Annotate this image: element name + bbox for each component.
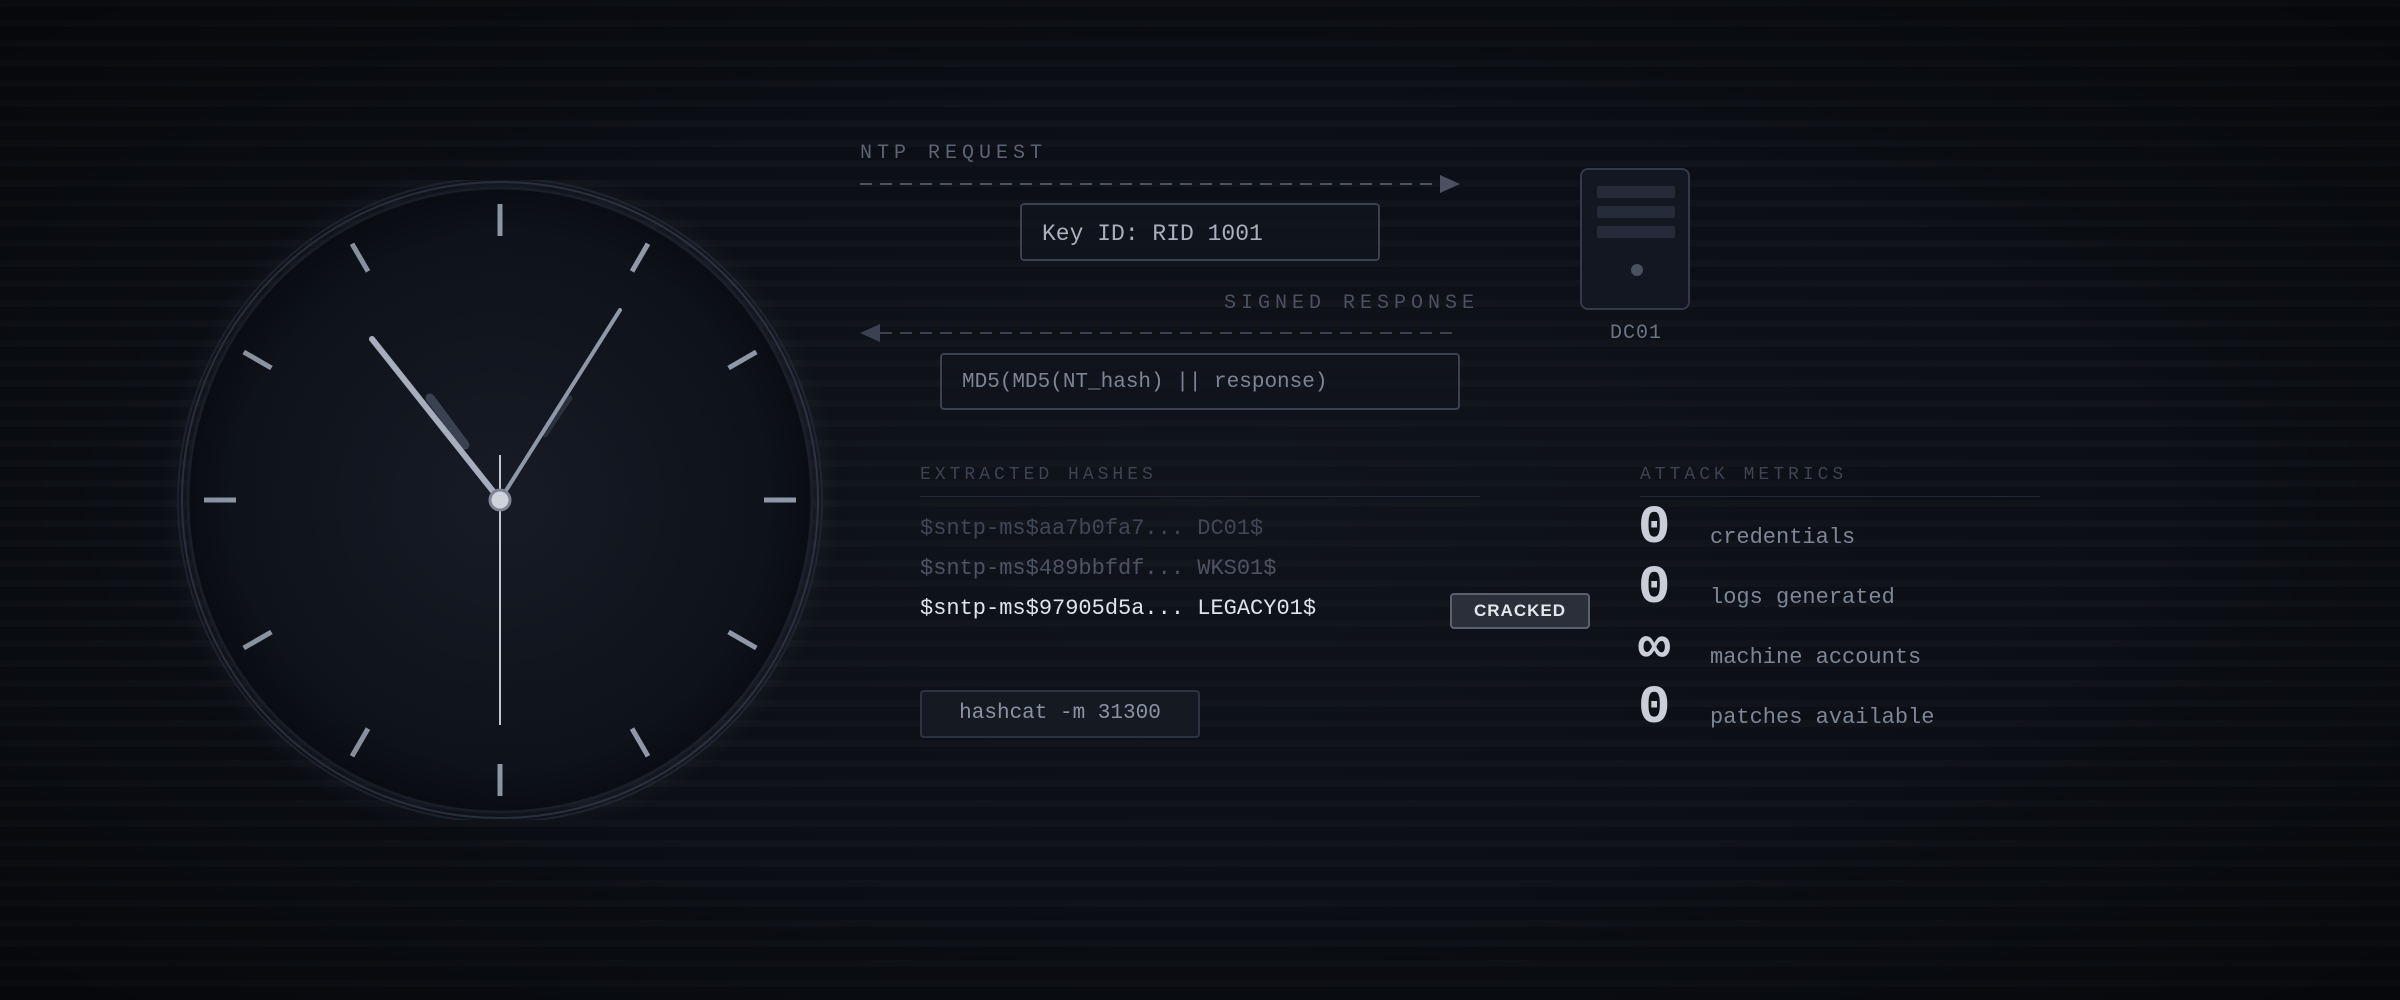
arrow-left-icon <box>860 324 880 342</box>
hash-item: $sntp-ms$489bbfdf... WKS01$ <box>920 556 1277 581</box>
server-slot <box>1597 206 1675 218</box>
hashcat-command: hashcat -m 31300 <box>920 690 1200 738</box>
cracked-badge: CRACKED <box>1450 593 1590 629</box>
divider <box>920 496 1480 497</box>
server-slot <box>1597 226 1675 238</box>
divider <box>1640 496 2040 497</box>
metric-value-machine-accounts: ∞ <box>1638 618 1671 679</box>
metric-value-logs: 0 <box>1638 558 1671 619</box>
metric-value-credentials: 0 <box>1638 498 1671 559</box>
clock-face <box>160 180 840 820</box>
metric-label-credentials: credentials <box>1710 525 1856 550</box>
clock-icon <box>160 180 840 820</box>
server-slot <box>1597 186 1675 198</box>
md5-formula-box: MD5(MD5(NT_hash) || response) <box>940 353 1460 410</box>
signed-response-label: SIGNED RESPONSE <box>1224 292 1480 315</box>
ntp-request-label: NTP REQUEST <box>860 142 1048 165</box>
server-icon <box>1580 168 1690 310</box>
metric-label-logs: logs generated <box>1710 585 1895 610</box>
extracted-hashes-title: EXTRACTED HASHES <box>920 465 1157 485</box>
arrow-right-icon <box>1440 175 1460 193</box>
metric-label-patches: patches available <box>1710 705 1935 730</box>
hash-item: $sntp-ms$aa7b0fa7... DC01$ <box>920 516 1264 541</box>
server-led <box>1631 264 1643 276</box>
metric-value-patches: 0 <box>1638 678 1671 739</box>
hash-item-cracked: $sntp-ms$97905d5a... LEGACY01$ <box>920 596 1317 621</box>
server-label: DC01 <box>1610 322 1663 345</box>
key-id-box: Key ID: RID 1001 <box>1020 203 1380 261</box>
metric-label-machine-accounts: machine accounts <box>1710 645 1922 670</box>
attack-metrics-title: ATTACK METRICS <box>1640 465 1848 485</box>
